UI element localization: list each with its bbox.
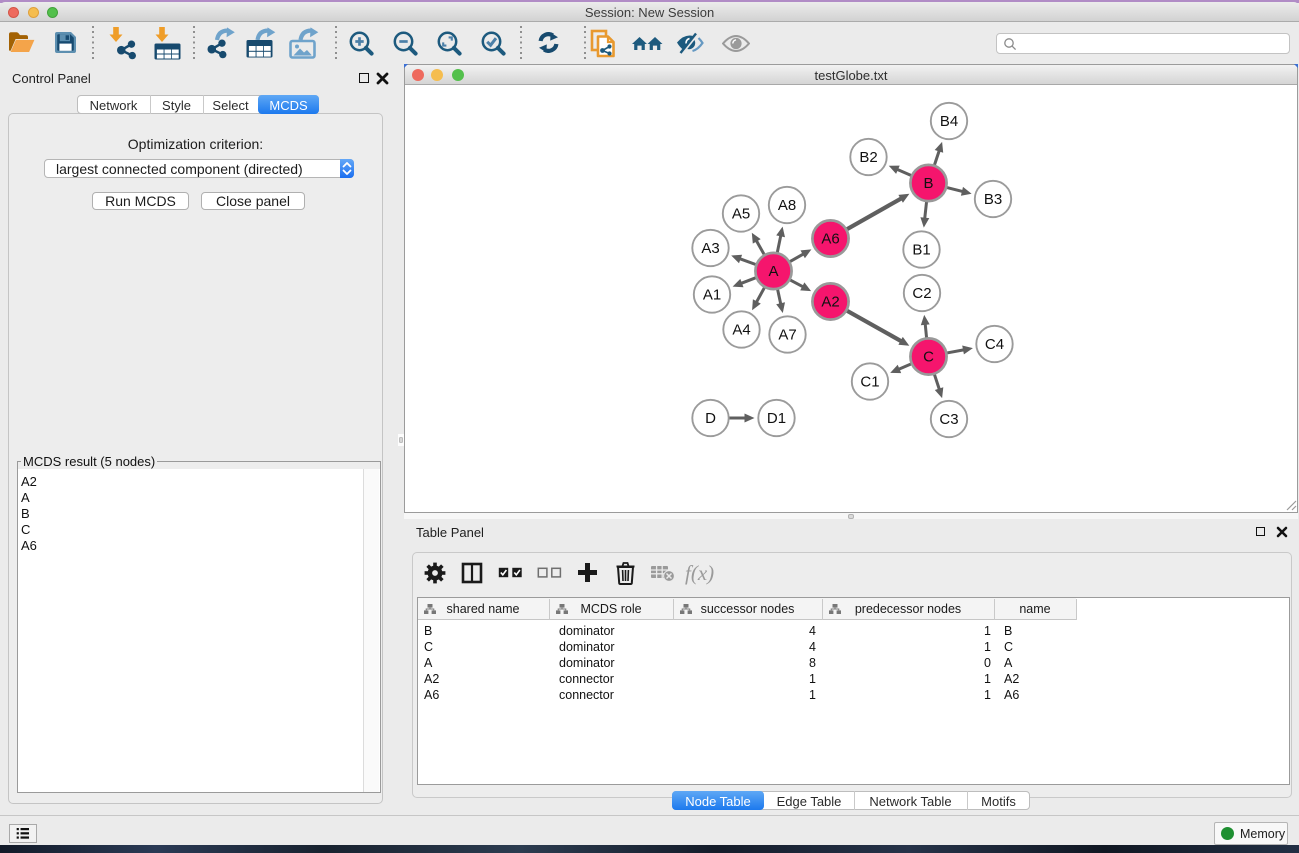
svg-text:B3: B3	[984, 191, 1002, 208]
svg-text:A8: A8	[778, 197, 796, 214]
svg-text:A4: A4	[732, 322, 750, 339]
svg-text:A: A	[768, 263, 778, 280]
svg-text:A2: A2	[821, 294, 839, 311]
svg-text:C1: C1	[860, 374, 879, 391]
svg-text:C2: C2	[912, 285, 931, 302]
svg-text:C4: C4	[985, 336, 1004, 353]
svg-text:A3: A3	[701, 240, 719, 257]
svg-text:B2: B2	[859, 149, 877, 166]
svg-text:A7: A7	[778, 327, 796, 344]
svg-text:A1: A1	[703, 287, 721, 304]
svg-text:B: B	[923, 175, 933, 192]
svg-text:C: C	[923, 349, 934, 366]
svg-text:B4: B4	[940, 113, 958, 130]
svg-text:D: D	[705, 410, 716, 427]
svg-text:A5: A5	[732, 206, 750, 223]
svg-text:B1: B1	[912, 242, 930, 259]
svg-text:D1: D1	[767, 410, 786, 427]
svg-text:A6: A6	[821, 231, 839, 248]
svg-text:C3: C3	[939, 411, 958, 428]
